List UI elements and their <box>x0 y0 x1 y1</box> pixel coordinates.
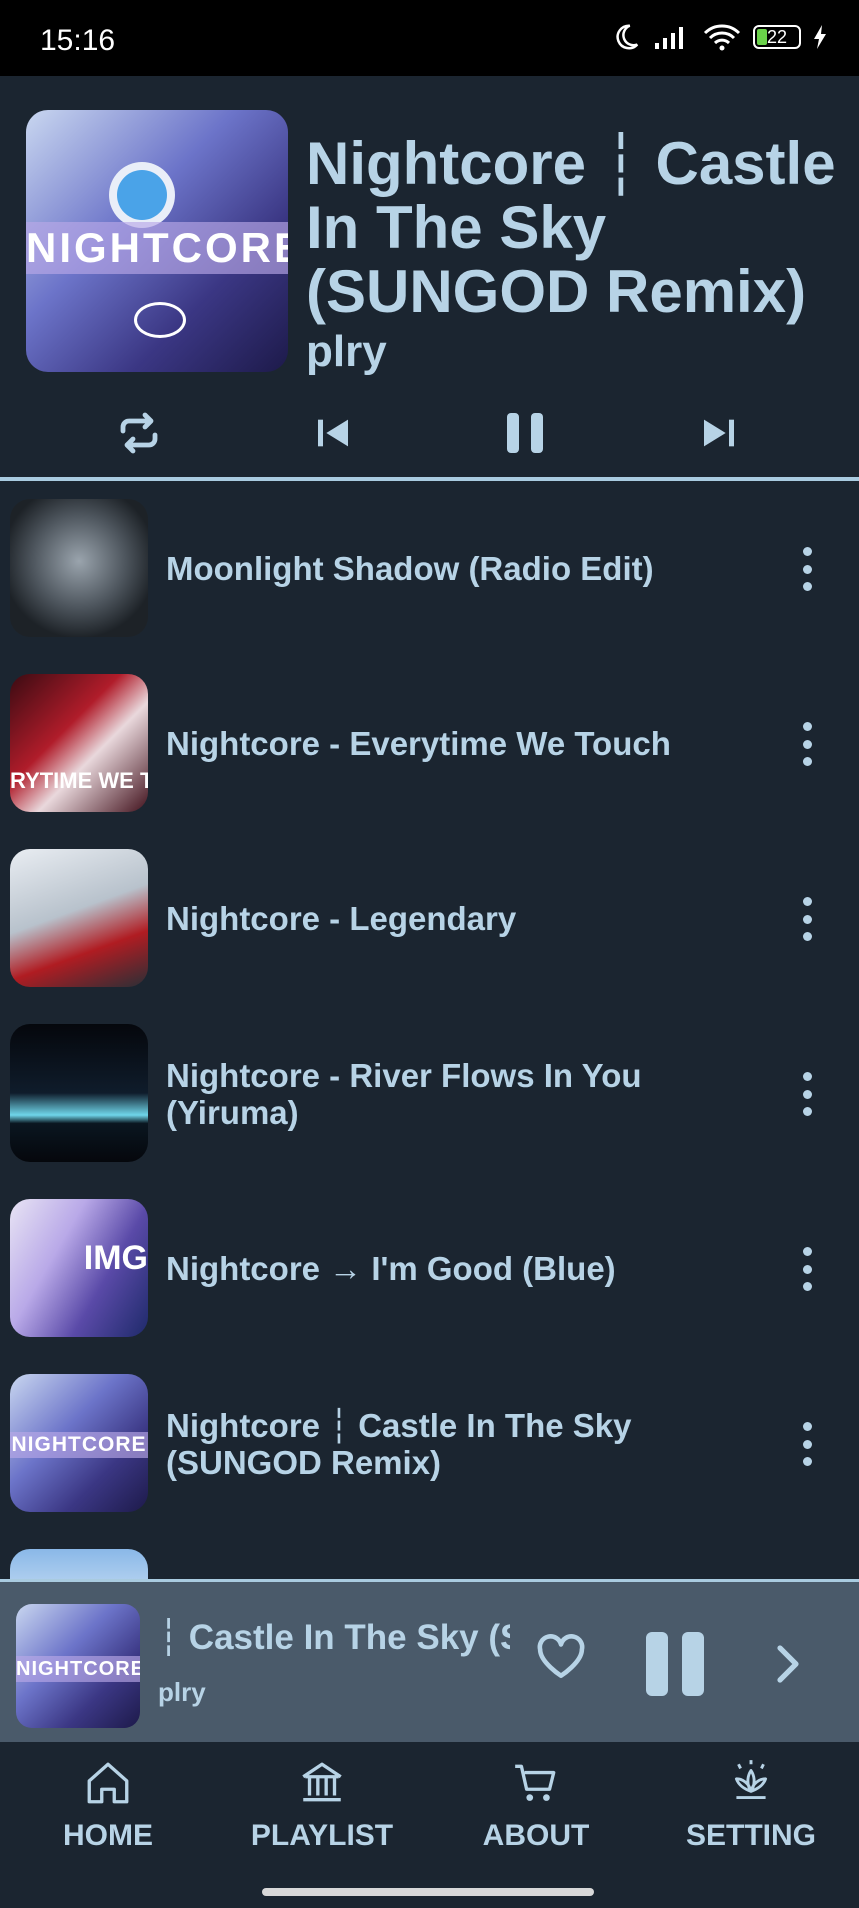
thumbnail-text: RYTIME WE TO <box>10 768 148 793</box>
nav-home-label: HOME <box>63 1819 153 1852</box>
status-bar: 15:16 22 <box>0 0 859 76</box>
more-options-icon[interactable] <box>795 897 819 941</box>
thumbnail-text: IMG <box>83 1239 148 1277</box>
battery-icon: 22 <box>753 25 801 49</box>
more-options-icon[interactable] <box>795 722 819 766</box>
track-row[interactable] <box>0 1531 859 1579</box>
cover-art-eye <box>117 170 167 220</box>
more-options-icon[interactable] <box>795 1422 819 1466</box>
track-row[interactable]: IMG Nightcore → I'm Good (Blue) <box>0 1181 859 1356</box>
track-thumbnail: NIGHTCORE <box>10 1374 148 1512</box>
signal-icon <box>655 27 683 49</box>
mini-player-thumbnail[interactable]: NIGHTCORE <box>16 1604 140 1728</box>
track-thumbnail <box>10 1549 148 1579</box>
favorite-button[interactable] <box>536 1634 586 1685</box>
cover-text: NIGHTCORE <box>26 222 288 274</box>
now-playing-info: Nightcore ┆ Castle In The Sky (SUNGOD Re… <box>306 132 836 424</box>
track-row[interactable]: Nightcore - Legendary <box>0 831 859 1006</box>
now-playing-header: NIGHTCORE Nightcore ┆ Castle In The Sky … <box>0 76 859 480</box>
now-playing-title: Nightcore ┆ Castle In The Sky (SUNGOD Re… <box>306 132 836 325</box>
track-title: Nightcore → I'm Good (Blue) <box>166 1250 616 1287</box>
nav-about[interactable]: ABOUT <box>436 1758 636 1853</box>
track-title: Nightcore - Everytime We Touch <box>166 725 671 762</box>
now-playing-cover[interactable]: NIGHTCORE <box>26 110 288 372</box>
status-icons: 22 <box>611 22 827 52</box>
nav-playlist-label: PLAYLIST <box>250 1819 394 1852</box>
nav-playlist[interactable]: PLAYLIST <box>222 1758 422 1853</box>
more-options-icon[interactable] <box>795 547 819 591</box>
expand-button[interactable] <box>776 1644 802 1689</box>
mini-player-title: ┆ Castle In The Sky (S <box>158 1618 510 1657</box>
track-row[interactable]: Nightcore - River Flows In You (Yiruma) <box>0 1006 859 1181</box>
cover-emblem <box>134 302 186 338</box>
wifi-icon <box>703 24 741 51</box>
chevron-right-icon <box>777 1645 799 1683</box>
bottom-navigation: HOME PLAYLIST ABOUT SETTING <box>0 1742 859 1874</box>
track-row[interactable]: NIGHTCORE Nightcore ┆ Castle In The Sky … <box>0 1356 859 1531</box>
cart-icon <box>515 1764 556 1801</box>
track-thumbnail <box>10 849 148 987</box>
home-gesture-bar[interactable] <box>262 1888 594 1896</box>
pause-icon <box>507 413 543 453</box>
next-icon <box>704 419 734 447</box>
nav-setting-label: SETTING <box>685 1819 816 1852</box>
next-button[interactable] <box>684 398 754 468</box>
previous-icon <box>318 419 348 447</box>
track-row[interactable]: RYTIME WE TO Nightcore - Everytime We To… <box>0 656 859 831</box>
thumbnail-text: NIGHTCORE <box>16 1656 140 1682</box>
now-playing-artist: plry <box>306 327 387 376</box>
track-title: Moonlight Shadow (Radio Edit) <box>166 550 654 587</box>
track-thumbnail <box>10 499 148 637</box>
status-time: 15:16 <box>40 24 116 57</box>
charging-icon <box>814 25 826 49</box>
track-title: Nightcore ┆ Castle In The Sky (SUNGOD Re… <box>166 1406 632 1481</box>
playback-controls <box>0 398 859 488</box>
nav-home[interactable]: HOME <box>8 1758 208 1853</box>
library-icon <box>302 1762 342 1802</box>
track-thumbnail: RYTIME WE TO <box>10 674 148 812</box>
nav-about-label: ABOUT <box>482 1819 590 1852</box>
heart-icon <box>537 1634 585 1679</box>
moon-icon <box>616 24 639 50</box>
more-options-icon[interactable] <box>795 1247 819 1291</box>
mini-player[interactable]: NIGHTCORE ┆ Castle In The Sky (S plry <box>0 1579 859 1742</box>
mini-pause-button[interactable] <box>646 1632 704 1696</box>
repeat-icon <box>120 412 158 454</box>
pause-button[interactable] <box>490 398 560 468</box>
track-list[interactable]: Moonlight Shadow (Radio Edit) RYTIME WE … <box>0 481 859 1579</box>
previous-button[interactable] <box>298 398 368 468</box>
track-title: Nightcore - River Flows In You (Yiruma) <box>166 1056 642 1131</box>
lotus-icon <box>734 1760 768 1800</box>
repeat-button[interactable] <box>104 398 174 468</box>
battery-level: 22 <box>766 26 788 47</box>
track-thumbnail: IMG <box>10 1199 148 1337</box>
home-icon <box>87 1762 129 1804</box>
track-thumbnail <box>10 1024 148 1162</box>
thumbnail-text: NIGHTCORE <box>10 1432 148 1458</box>
track-row[interactable]: Moonlight Shadow (Radio Edit) <box>0 481 859 656</box>
mini-player-artist: plry <box>158 1677 206 1707</box>
track-title: Nightcore - Legendary <box>166 900 517 937</box>
nav-setting[interactable]: SETTING <box>651 1758 851 1853</box>
more-options-icon[interactable] <box>795 1072 819 1116</box>
